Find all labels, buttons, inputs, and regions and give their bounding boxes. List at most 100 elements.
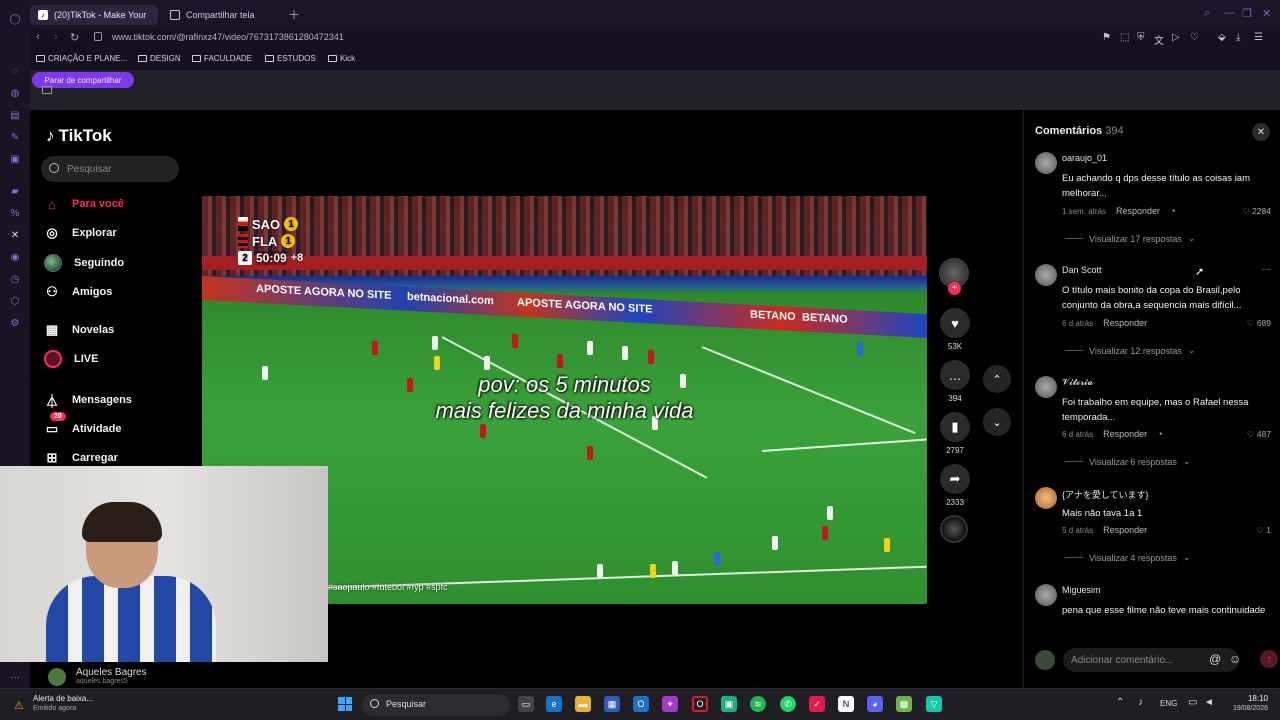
avatar[interactable]: [1035, 376, 1057, 398]
monitor-icon[interactable]: ▭: [1188, 697, 1197, 708]
comment-like[interactable]: ♡ 689: [1247, 318, 1271, 329]
bookmark-folder[interactable]: DESIGN: [138, 54, 181, 63]
shape-icon[interactable]: ⬡: [0, 290, 30, 312]
heart-icon[interactable]: ♥: [940, 308, 970, 338]
comment-user[interactable]: 𝓥𝓲𝓽𝓸𝓻𝓲𝓪: [1062, 377, 1093, 388]
percent-icon[interactable]: %: [0, 202, 30, 224]
edge-icon[interactable]: e: [546, 696, 562, 712]
nav-upload[interactable]: ⊞ Carregar: [44, 450, 118, 466]
share-action[interactable]: ➦ 2333: [939, 464, 971, 507]
chevron-up-icon[interactable]: ⌃: [1116, 697, 1124, 708]
windows-start-button[interactable]: [338, 697, 352, 711]
figma-icon[interactable]: ✦: [662, 696, 678, 712]
x-icon[interactable]: ✕: [0, 224, 30, 246]
bookmark-folder[interactable]: Kick: [328, 54, 355, 63]
bookmark-folder[interactable]: ESTUDOS: [265, 54, 316, 63]
share-arrow-icon[interactable]: ➦: [940, 464, 970, 494]
nav-activity[interactable]: ▭ 20 Atividade: [44, 412, 122, 437]
more-options-icon[interactable]: ···: [1261, 264, 1271, 275]
gamepad-icon[interactable]: ▣: [721, 696, 737, 712]
avatar[interactable]: [1035, 487, 1057, 509]
nav-friends[interactable]: ⚇ Amigos: [44, 284, 112, 300]
search-box[interactable]: [41, 156, 179, 182]
comment-user[interactable]: Miguesim: [1062, 585, 1101, 595]
microphone-icon[interactable]: ♪: [1138, 697, 1143, 708]
settings-icon[interactable]: ◉: [0, 246, 30, 268]
language-indicator[interactable]: ENG: [1160, 699, 1177, 708]
reload-button[interactable]: ↻: [70, 31, 79, 44]
close-window-button[interactable]: ✕: [1262, 7, 1271, 20]
comment-user[interactable]: Dan Scott: [1062, 265, 1102, 275]
tiktok-logo[interactable]: ♪ TikTok: [46, 126, 112, 146]
current-user[interactable]: Aqueles Bagres aqueles bagres5: [46, 666, 206, 688]
comment-user[interactable]: oaraujo_01: [1062, 153, 1107, 163]
clock-date[interactable]: 19/08/2026: [1228, 705, 1268, 712]
send-comment-button[interactable]: ↑: [1260, 650, 1278, 668]
next-video-button[interactable]: ⌄: [983, 408, 1011, 436]
comment-like[interactable]: ♡ 487: [1247, 429, 1271, 440]
nav-following[interactable]: Seguindo: [44, 254, 124, 272]
snapshot-icon[interactable]: ⬚: [1120, 32, 1129, 43]
nav-novelas[interactable]: ▦ Novelas: [44, 322, 114, 338]
search-input[interactable]: [67, 156, 175, 182]
new-tab-button[interactable]: ＋: [288, 6, 300, 23]
download-icon[interactable]: ⤓: [1236, 32, 1240, 43]
comment-like[interactable]: ♡ 1: [1256, 525, 1271, 536]
save-action[interactable]: ▮ 2797: [939, 412, 971, 455]
reply-button[interactable]: Responder: [1103, 525, 1147, 535]
comment-icon[interactable]: …: [940, 360, 970, 390]
messenger-icon[interactable]: ◍: [0, 82, 30, 104]
taskbar-search[interactable]: Pesquisar: [362, 694, 510, 716]
avatar[interactable]: [1035, 264, 1057, 286]
store-icon[interactable]: ▦: [604, 696, 620, 712]
spotify-icon[interactable]: ≋: [750, 696, 766, 712]
vpn-icon[interactable]: ▽: [926, 696, 942, 712]
play-icon[interactable]: ▷: [1172, 32, 1180, 43]
heart-icon[interactable]: ♡: [1190, 32, 1199, 43]
app-icon[interactable]: ✓: [809, 696, 825, 712]
view-replies-button[interactable]: Visualizar 6 respostas ⌄: [1065, 456, 1190, 467]
bookmark-icon[interactable]: ▮: [940, 412, 970, 442]
back-button[interactable]: ‹: [36, 31, 40, 43]
opera-logo-icon[interactable]: ◯: [0, 8, 30, 30]
mention-icon[interactable]: @: [1209, 652, 1221, 666]
nav-explore[interactable]: ◎ Explorar: [44, 225, 116, 241]
volume-icon[interactable]: ◄: [1204, 697, 1214, 708]
menu-icon[interactable]: ☰: [1254, 32, 1263, 43]
reply-button[interactable]: Responder: [1103, 318, 1147, 328]
gear-icon[interactable]: ⚙: [0, 312, 30, 334]
translate-icon[interactable]: 文: [1154, 32, 1164, 47]
bookmark-folder[interactable]: CRIAÇÃO E PLANE...: [36, 54, 127, 63]
previous-video-button[interactable]: ⌃: [983, 365, 1011, 393]
reply-button[interactable]: Responder: [1103, 429, 1147, 439]
comment-user[interactable]: {アナを愛しています}: [1062, 488, 1149, 501]
comment-like[interactable]: ♡ 2284: [1242, 206, 1271, 217]
minecraft-icon[interactable]: ▩: [896, 696, 912, 712]
whatsapp-icon[interactable]: ✆: [780, 696, 796, 712]
nav-live[interactable]: LIVE: [44, 350, 98, 368]
minimize-button[interactable]: —: [1224, 7, 1235, 19]
search-tabs-icon[interactable]: ⌕: [1204, 7, 1210, 20]
aria-icon[interactable]: ◌: [0, 60, 30, 82]
like-action[interactable]: ♥ 53K: [939, 308, 971, 351]
tab-tiktok[interactable]: ♪ (20)TikTok - Make Your: [30, 5, 158, 25]
forward-button[interactable]: ›: [54, 31, 58, 43]
view-replies-button[interactable]: Visualizar 17 respostas ⌄: [1065, 233, 1195, 244]
view-replies-button[interactable]: Visualizar 12 respostas ⌄: [1065, 345, 1195, 356]
bookmark-folder[interactable]: FACULDADE: [192, 54, 252, 63]
notion-icon[interactable]: ▣: [0, 148, 30, 170]
maximize-button[interactable]: ❐: [1242, 7, 1252, 20]
history-icon[interactable]: ◷: [0, 268, 30, 290]
shield-icon[interactable]: ⛨: [1137, 32, 1145, 43]
clock-time[interactable]: 18:10: [1228, 694, 1268, 703]
tab-share-screen[interactable]: Compartilhar tela: [162, 5, 282, 25]
extensions-icon[interactable]: ⬙: [1218, 32, 1226, 43]
emoji-icon[interactable]: ☺: [1229, 652, 1241, 666]
avatar[interactable]: [1035, 152, 1057, 174]
close-comments-button[interactable]: ✕: [1252, 123, 1270, 141]
alert-title[interactable]: Alerta de baixa...: [33, 694, 93, 703]
view-replies-button[interactable]: Visualizar 4 respostas ⌄: [1065, 552, 1190, 563]
follow-button[interactable]: +: [948, 282, 961, 295]
nav-messages[interactable]: ⏃ Mensagens: [44, 392, 131, 409]
opera-icon[interactable]: O: [692, 696, 708, 712]
